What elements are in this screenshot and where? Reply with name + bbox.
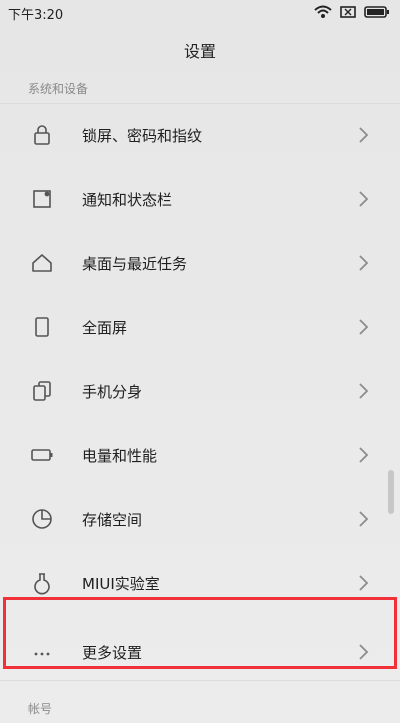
settings-item-label: 存储空间 <box>82 511 143 529</box>
chevron-right-icon <box>354 443 374 467</box>
section-header-account: 帐号 <box>28 702 53 716</box>
settings-item-label: MIUI实验室 <box>82 575 160 593</box>
status-bar: 下午3:20 <box>0 0 400 26</box>
chevron-right-icon <box>354 187 374 211</box>
settings-item-label: 更多设置 <box>82 644 143 662</box>
lock-icon <box>30 123 54 147</box>
settings-item-home[interactable]: 桌面与最近任务 <box>0 232 400 296</box>
chevron-right-icon <box>354 507 374 531</box>
battery-icon <box>364 5 390 23</box>
settings-item-label: 桌面与最近任务 <box>82 255 188 273</box>
flask-icon <box>30 571 54 595</box>
more-dots-icon <box>30 640 54 664</box>
settings-item-label: 电量和性能 <box>82 447 158 465</box>
settings-item-lock[interactable]: 锁屏、密码和指纹 <box>0 104 400 168</box>
chevron-right-icon <box>354 123 374 147</box>
settings-item-label: 手机分身 <box>82 383 143 401</box>
settings-list: 锁屏、密码和指纹 通知和状态栏 桌面与最近任务 全面屏 手机分身 电量和性能 存… <box>0 104 400 685</box>
home-icon <box>30 251 54 275</box>
settings-item-miui-lab[interactable]: MIUI实验室 <box>0 552 400 616</box>
page-title: 设置 <box>183 42 216 61</box>
settings-item-more[interactable]: 更多设置 <box>0 621 400 685</box>
settings-item-dual-apps[interactable]: 手机分身 <box>0 360 400 424</box>
notification-icon <box>30 187 54 211</box>
chevron-right-icon <box>354 315 374 339</box>
section-header-system: 系统和设备 <box>28 82 89 96</box>
settings-item-fullscreen[interactable]: 全面屏 <box>0 296 400 360</box>
settings-item-battery[interactable]: 电量和性能 <box>0 424 400 488</box>
settings-screen: 下午3:20 设置 系统和设备 锁屏、密码和指纹 通知和状态栏 桌面与最近任务 … <box>0 0 400 723</box>
storage-pie-icon <box>30 507 54 531</box>
section-divider <box>0 680 400 681</box>
settings-item-storage[interactable]: 存储空间 <box>0 488 400 552</box>
app-bar: 设置 <box>0 30 400 68</box>
status-time: 下午3:20 <box>8 8 64 23</box>
settings-item-label: 通知和状态栏 <box>82 191 173 209</box>
battery-x-icon <box>340 5 356 23</box>
scrollbar-thumb[interactable] <box>388 470 394 514</box>
chevron-right-icon <box>354 251 374 275</box>
chevron-right-icon <box>354 379 374 403</box>
battery-icon <box>30 443 54 467</box>
chevron-right-icon <box>354 571 374 595</box>
status-icons <box>314 5 390 23</box>
phone-screen-icon <box>30 315 54 339</box>
wifi-icon <box>314 5 332 23</box>
settings-item-label: 全面屏 <box>82 319 128 337</box>
settings-item-label: 锁屏、密码和指纹 <box>82 127 203 145</box>
chevron-right-icon <box>354 640 374 664</box>
dual-phone-icon <box>30 379 54 403</box>
settings-item-notification[interactable]: 通知和状态栏 <box>0 168 400 232</box>
